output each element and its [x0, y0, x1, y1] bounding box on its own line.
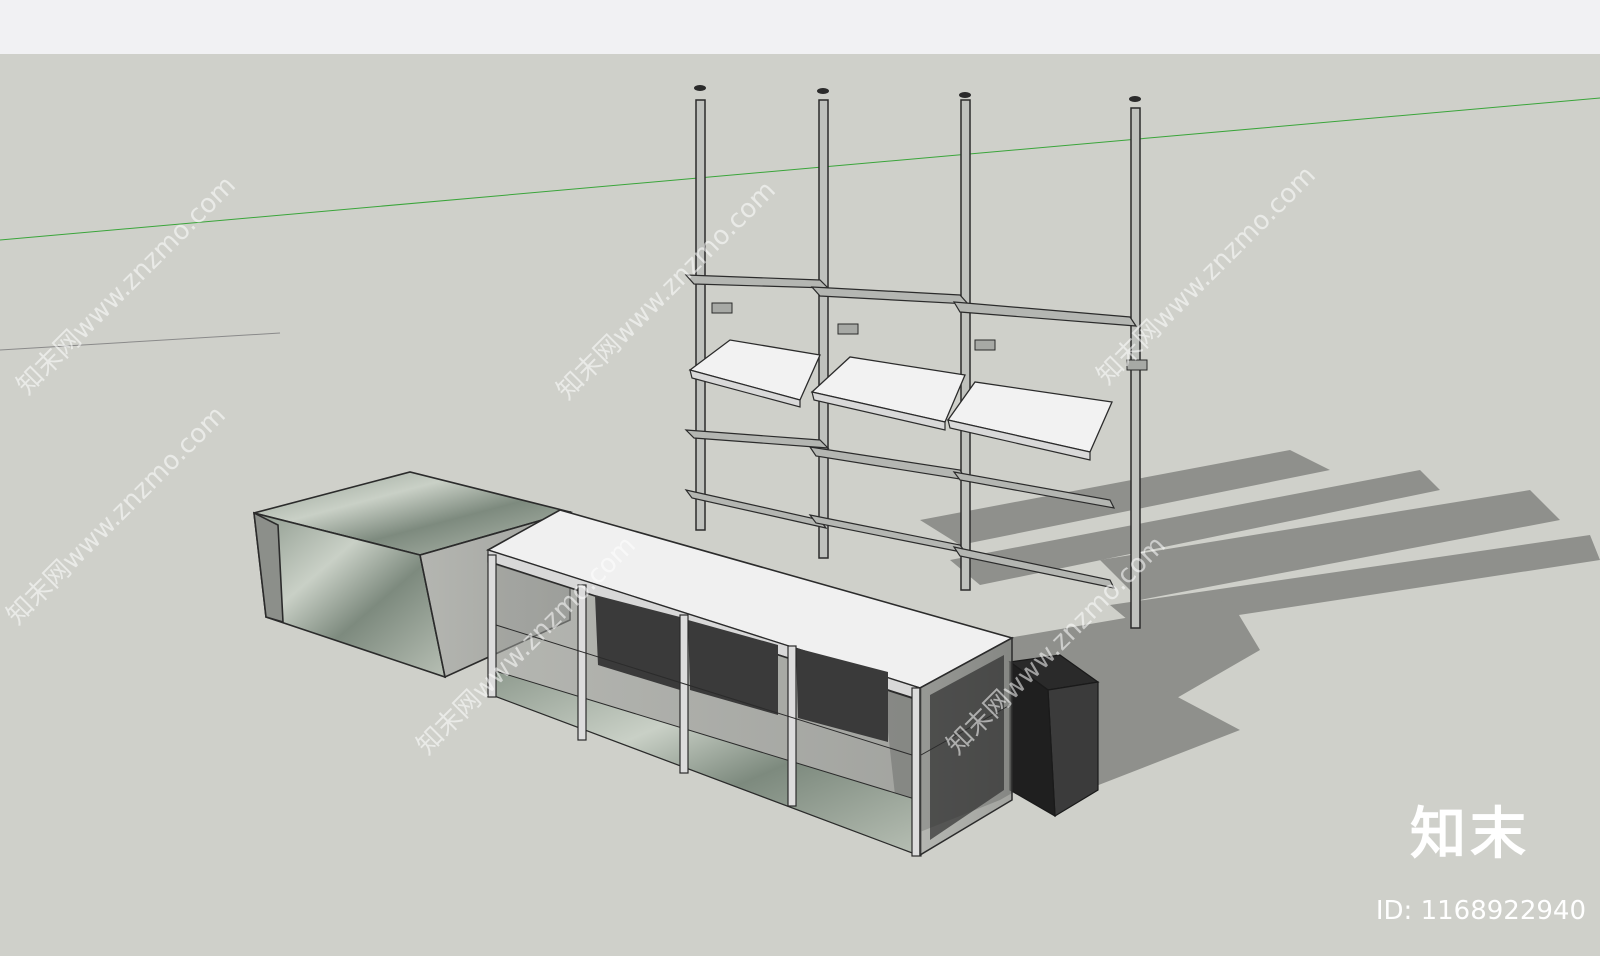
green-axis-line: [0, 97, 1600, 241]
sketchup-viewport[interactable]: 知末网www.znzmo.com 知末网www.znzmo.com 知末网www…: [0, 0, 1600, 956]
glass-display-counter: [485, 509, 1015, 857]
model-scene: [0, 85, 1600, 857]
brand-logo: 知末: [1410, 802, 1530, 867]
image-id-label: ID: 1168922940: [1375, 896, 1586, 926]
